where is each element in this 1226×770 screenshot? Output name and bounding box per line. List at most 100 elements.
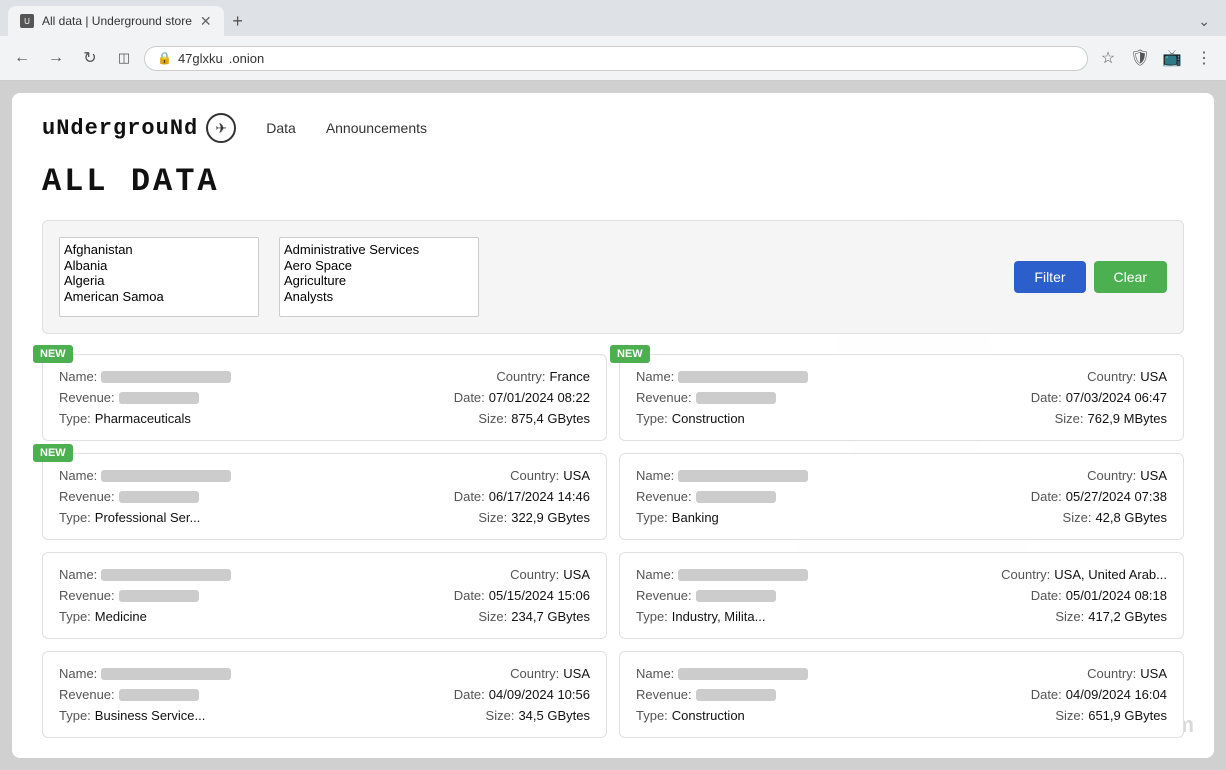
name-label: Name: (59, 567, 97, 582)
date-value: 05/01/2024 08:18 (1066, 588, 1167, 603)
card-1[interactable]: NEW Name: Country: USA Revenue: Date: 07… (619, 354, 1184, 441)
country-label: Country: (510, 567, 559, 582)
country-option-afghanistan[interactable]: Afghanistan (64, 242, 254, 258)
card-name-field: Name: (59, 567, 231, 582)
name-value (101, 371, 231, 383)
cast-button[interactable]: 📺 (1158, 44, 1186, 72)
industry-option-admin[interactable]: Administrative Services (284, 242, 474, 258)
card-row-name-country: Name: Country: USA (636, 468, 1167, 483)
card-row-type-size: Type: Construction Size: 651,9 GBytes (636, 708, 1167, 723)
nav-announcements-link[interactable]: Announcements (326, 120, 427, 136)
type-value: Construction (672, 411, 745, 426)
date-label: Date: (454, 489, 485, 504)
card-5[interactable]: Name: Country: USA, United Arab... Reven… (619, 552, 1184, 639)
type-label: Type: (59, 708, 91, 723)
card-size-field: Size: 417,2 GBytes (1055, 609, 1167, 624)
new-tab-button[interactable]: + (224, 7, 252, 35)
clear-button[interactable]: Clear (1094, 261, 1167, 293)
browser-chrome: U All data | Underground store ✕ + ⌄ ← →… (0, 0, 1226, 81)
card-row-revenue-date: Revenue: Date: 07/01/2024 08:22 (59, 390, 590, 405)
card-size-field: Size: 322,9 GBytes (478, 510, 590, 525)
industry-option-aerospace[interactable]: Aero Space (284, 258, 474, 274)
card-type-field: Type: Professional Ser... (59, 510, 200, 525)
size-label: Size: (486, 708, 515, 723)
country-option-american-samoa[interactable]: American Samoa (64, 289, 254, 305)
revenue-label: Revenue: (636, 390, 692, 405)
card-revenue-field: Revenue: (636, 687, 776, 702)
card-country-field: Country: USA (510, 468, 590, 483)
refresh-button[interactable]: ↻ (76, 44, 104, 72)
tab-favicon: U (20, 14, 34, 28)
type-label: Type: (59, 609, 91, 624)
revenue-label: Revenue: (59, 588, 115, 603)
tab-overflow-button[interactable]: ⌄ (1198, 13, 1218, 30)
card-row-type-size: Type: Business Service... Size: 34,5 GBy… (59, 708, 590, 723)
url-left: 47glxku (178, 51, 223, 66)
card-3[interactable]: Name: Country: USA Revenue: Date: 05/27/… (619, 453, 1184, 540)
card-size-field: Size: 234,7 GBytes (478, 609, 590, 624)
card-date-field: Date: 05/27/2024 07:38 (1031, 489, 1167, 504)
revenue-label: Revenue: (636, 489, 692, 504)
menu-button[interactable]: ⋮ (1190, 44, 1218, 72)
new-badge: NEW (33, 444, 73, 462)
card-row-revenue-date: Revenue: Date: 05/01/2024 08:18 (636, 588, 1167, 603)
card-row-name-country: Name: Country: USA (636, 666, 1167, 681)
card-type-field: Type: Industry, Milita... (636, 609, 765, 624)
revenue-label: Revenue: (59, 390, 115, 405)
country-option-algeria[interactable]: Algeria (64, 273, 254, 289)
card-2[interactable]: NEW Name: Country: USA Revenue: Date: 06… (42, 453, 607, 540)
industry-filter[interactable]: Administrative Services Aero Space Agric… (279, 237, 479, 317)
card-revenue-field: Revenue: (59, 390, 199, 405)
card-date-field: Date: 04/09/2024 10:56 (454, 687, 590, 702)
revenue-value (119, 590, 199, 602)
card-0[interactable]: NEW Name: Country: France Revenue: Date:… (42, 354, 607, 441)
forward-button[interactable]: → (42, 44, 70, 72)
site-logo: uNdergrouNd ✈ (42, 113, 236, 143)
card-row-name-country: Name: Country: USA (59, 468, 590, 483)
date-value: 04/09/2024 10:56 (489, 687, 590, 702)
country-value: USA (563, 567, 590, 582)
date-label: Date: (1031, 687, 1062, 702)
card-row-revenue-date: Revenue: Date: 04/09/2024 10:56 (59, 687, 590, 702)
bookmark-button[interactable]: ☆ (1094, 44, 1122, 72)
card-6[interactable]: Name: Country: USA Revenue: Date: 04/09/… (42, 651, 607, 738)
card-4[interactable]: Name: Country: USA Revenue: Date: 05/15/… (42, 552, 607, 639)
country-label: Country: (1087, 369, 1136, 384)
card-country-field: Country: USA, United Arab... (1001, 567, 1167, 582)
card-name-field: Name: (636, 666, 808, 681)
tab-close-button[interactable]: ✕ (200, 13, 212, 30)
back-button[interactable]: ← (8, 44, 36, 72)
address-bar[interactable]: 🔒 47glxku .onion (144, 46, 1088, 71)
active-tab[interactable]: U All data | Underground store ✕ (8, 6, 224, 36)
industry-option-agriculture[interactable]: Agriculture (284, 273, 474, 289)
card-revenue-field: Revenue: (59, 687, 199, 702)
date-value: 05/15/2024 15:06 (489, 588, 590, 603)
name-value (101, 668, 231, 680)
nav-data-link[interactable]: Data (266, 120, 296, 136)
filter-button[interactable]: Filter (1014, 261, 1085, 293)
card-country-field: Country: USA (510, 666, 590, 681)
card-revenue-field: Revenue: (59, 588, 199, 603)
card-row-type-size: Type: Banking Size: 42,8 GBytes (636, 510, 1167, 525)
card-row-revenue-date: Revenue: Date: 06/17/2024 14:46 (59, 489, 590, 504)
date-label: Date: (1031, 390, 1062, 405)
country-filter[interactable]: Afghanistan Albania Algeria American Sam… (59, 237, 259, 317)
card-revenue-field: Revenue: (59, 489, 199, 504)
card-type-field: Type: Construction (636, 708, 745, 723)
shield-button[interactable]: 🛡 (1126, 44, 1154, 72)
country-value: USA (1140, 666, 1167, 681)
card-name-field: Name: (636, 567, 808, 582)
card-type-field: Type: Construction (636, 411, 745, 426)
industry-option-analysts[interactable]: Analysts (284, 289, 474, 305)
name-label: Name: (636, 468, 674, 483)
card-date-field: Date: 05/01/2024 08:18 (1031, 588, 1167, 603)
type-value: Construction (672, 708, 745, 723)
type-value: Professional Ser... (95, 510, 201, 525)
card-row-type-size: Type: Medicine Size: 234,7 GBytes (59, 609, 590, 624)
extensions-button[interactable]: ◫ (110, 44, 138, 72)
revenue-value (696, 689, 776, 701)
country-option-albania[interactable]: Albania (64, 258, 254, 274)
card-7[interactable]: Name: Country: USA Revenue: Date: 04/09/… (619, 651, 1184, 738)
card-row-type-size: Type: Construction Size: 762,9 MBytes (636, 411, 1167, 426)
new-badge: NEW (33, 345, 73, 363)
